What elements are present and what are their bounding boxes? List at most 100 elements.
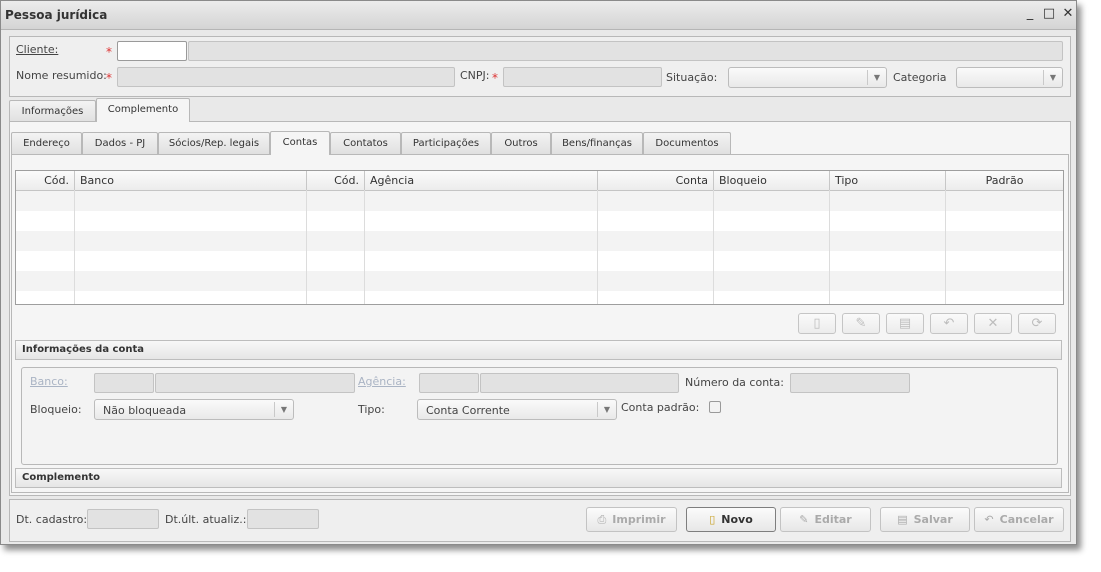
table-row[interactable] [16,211,1063,231]
column-divider [306,190,307,304]
column-header-padrao[interactable]: Padrão [946,171,1063,190]
column-header-banco[interactable]: Banco [75,171,307,190]
close-icon[interactable]: ✕ [1061,6,1075,21]
agencia-link[interactable]: Agência: [358,375,406,388]
tab-complemento[interactable]: Complemento [96,98,190,122]
new-record-button[interactable]: ▯ [798,313,836,334]
cancelar-button[interactable]: ↶ Cancelar [974,507,1064,532]
conta-padrao-label: Conta padrão: [621,401,700,414]
tipo-value: Conta Corrente [426,404,510,417]
complemento-section-header[interactable]: Complemento [15,468,1062,488]
agencia-code-field[interactable] [419,373,479,393]
agencia-name-field [480,373,679,393]
column-divider [713,190,714,304]
tab-informacoes[interactable]: Informações [9,100,96,122]
cliente-label[interactable]: Cliente: [16,43,58,56]
salvar-label: Salvar [913,513,953,526]
column-header-agencia[interactable]: Agência [365,171,598,190]
new-icon: ▯ [813,316,821,331]
undo-record-button[interactable]: ↶ [930,313,968,334]
column-header-cod-agencia[interactable]: Cód. [307,171,365,190]
title-bar[interactable]: Pessoa jurídica _ □ ✕ [1,1,1076,30]
tipo-select[interactable]: Conta Corrente ▼ [417,399,617,420]
banco-link[interactable]: Banco: [30,375,68,388]
categoria-select[interactable]: ▼ [956,67,1063,88]
save-icon: ▤ [897,513,908,526]
tab-bens-financas[interactable]: Bens/finanças [551,132,643,154]
cnpj-field[interactable] [503,67,662,87]
table-row[interactable] [16,191,1063,211]
chevron-down-icon: ▼ [867,70,886,85]
save-record-button[interactable]: ▤ [886,313,924,334]
dt-cadastro-label: Dt. cadastro: [16,513,88,526]
edit-record-button[interactable]: ✎ [842,313,880,334]
column-header-conta[interactable]: Conta [598,171,714,190]
window-title: Pessoa jurídica [5,8,108,22]
column-header-bloqueio[interactable]: Bloqueio [714,171,830,190]
situacao-select[interactable]: ▼ [728,67,887,88]
tab-outros[interactable]: Outros [491,132,551,154]
cliente-code-input[interactable] [117,41,187,61]
tab-contas[interactable]: Contas [270,131,330,155]
column-header-tipo[interactable]: Tipo [830,171,946,190]
tab-contatos[interactable]: Contatos [330,132,401,154]
categoria-label: Categoria [893,71,947,84]
editar-label: Editar [814,513,852,526]
undo-icon: ↶ [943,316,955,331]
editar-button[interactable]: ✎ Editar [780,507,871,532]
delete-icon: ✕ [987,316,999,331]
tab-participacoes[interactable]: Participações [401,132,491,154]
nome-resumido-field[interactable] [117,67,455,87]
cancelar-label: Cancelar [999,513,1054,526]
printer-icon: ⎙ [597,513,607,526]
banco-name-field [155,373,355,393]
save-icon: ▤ [898,316,912,331]
column-divider [945,190,946,304]
new-document-icon: ▯ [709,513,716,526]
bloqueio-value: Não bloqueada [103,404,187,417]
cnpj-label: CNPJ: [460,69,490,82]
salvar-button[interactable]: ▤ Salvar [880,507,970,532]
dt-cadastro-field [87,509,159,529]
accounts-table[interactable]: Cód. Banco Cód. Agência Conta Bloqueio T… [15,170,1064,305]
tab-socios[interactable]: Sócios/Rep. legais [158,132,270,154]
tab-documentos[interactable]: Documentos [643,132,731,154]
required-marker: * [492,71,498,85]
delete-record-button[interactable]: ✕ [974,313,1012,334]
dt-ult-atualiz-field [247,509,319,529]
nome-resumido-label: Nome resumido: [16,69,107,82]
column-divider [364,190,365,304]
dt-ult-atualiz-label: Dt.últ. atualiz.: [165,513,247,526]
imprimir-label: Imprimir [612,513,666,526]
account-info-section-header[interactable]: Informações da conta [15,340,1062,360]
novo-label: Novo [721,513,753,526]
table-row[interactable] [16,271,1063,291]
table-row[interactable] [16,251,1063,271]
required-marker: * [106,45,112,59]
conta-padrao-checkbox[interactable] [709,401,721,413]
tab-dados-pj[interactable]: Dados - PJ [82,132,158,154]
numero-conta-field[interactable] [790,373,910,393]
cliente-name-field [188,41,1063,61]
column-header-cod-banco[interactable]: Cód. [16,171,75,190]
edit-icon: ✎ [855,316,867,331]
bloqueio-select[interactable]: Não bloqueada ▼ [94,399,294,420]
column-divider [829,190,830,304]
chevron-down-icon: ▼ [597,402,616,417]
refresh-icon: ⟳ [1031,316,1043,331]
table-row[interactable] [16,231,1063,251]
numero-conta-label: Número da conta: [685,376,784,389]
table-row[interactable] [16,291,1063,304]
tipo-label: Tipo: [358,403,385,416]
pencil-icon: ✎ [799,513,809,526]
tab-endereco[interactable]: Endereço [11,132,82,154]
banco-code-field[interactable] [94,373,154,393]
table-header: Cód. Banco Cód. Agência Conta Bloqueio T… [16,171,1063,191]
novo-button[interactable]: ▯ Novo [686,507,776,532]
imprimir-button[interactable]: ⎙ Imprimir [586,507,677,532]
maximize-icon[interactable]: □ [1042,6,1056,21]
situacao-label: Situação: [666,71,718,84]
minimize-icon[interactable]: _ [1023,6,1037,21]
refresh-button[interactable]: ⟳ [1018,313,1056,334]
undo-icon: ↶ [984,513,994,526]
